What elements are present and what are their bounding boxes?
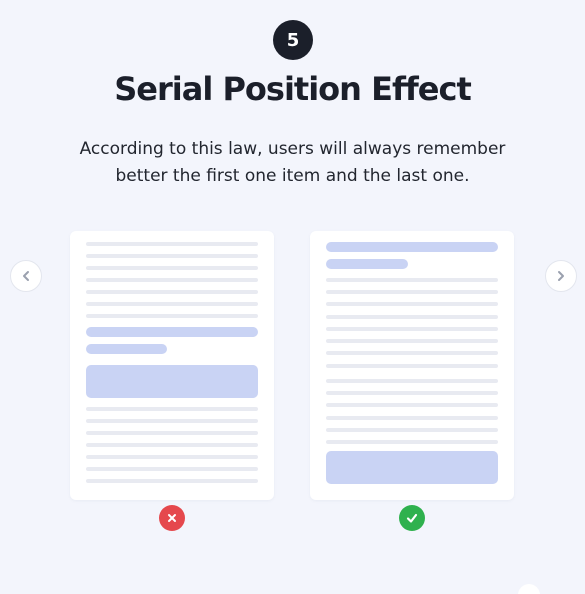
text-line-placeholder [326,416,498,420]
chevron-right-icon [558,271,564,281]
text-line-placeholder [86,278,258,282]
highlight-line [86,327,258,337]
text-line-placeholder [326,351,498,355]
next-slide-button[interactable] [545,260,577,292]
highlight-line [86,344,167,354]
text-line-placeholder [326,290,498,294]
page-title: Serial Position Effect [114,70,472,108]
text-line-placeholder [326,440,498,444]
correct-status-badge [399,505,425,531]
text-line-placeholder [326,278,498,282]
text-line-placeholder [86,302,258,306]
step-number: 5 [286,29,300,51]
text-line-placeholder [326,315,498,319]
text-line-placeholder [86,443,258,447]
text-line-placeholder [86,419,258,423]
text-line-placeholder [86,242,258,246]
text-line-placeholder [86,407,258,411]
text-line-placeholder [86,479,258,483]
bad-example-card [70,231,274,500]
pagination-dot[interactable] [518,584,540,594]
highlight-line [326,242,498,252]
text-line-placeholder [326,403,498,407]
check-icon [406,513,418,523]
text-line-placeholder [86,431,258,435]
description-line-1: According to this law, users will always… [79,139,506,159]
highlight-block [326,451,498,484]
description-line-2: better the first one item and the last o… [115,166,470,186]
text-line-placeholder [86,467,258,471]
text-line-placeholder [86,455,258,459]
text-line-placeholder [326,302,498,306]
text-line-placeholder [86,254,258,258]
good-example-card [310,231,514,500]
text-line-placeholder [326,379,498,383]
text-line-placeholder [326,391,498,395]
text-line-placeholder [86,314,258,318]
highlight-block [86,365,258,398]
text-line-placeholder [86,290,258,294]
text-line-placeholder [326,327,498,331]
highlight-line [326,259,408,269]
description: According to this law, users will always… [40,136,545,190]
incorrect-status-badge [159,505,185,531]
text-line-placeholder [326,364,498,368]
text-line-placeholder [326,339,498,343]
step-number-badge: 5 [273,20,313,60]
text-line-placeholder [326,428,498,432]
chevron-left-icon [23,271,29,281]
previous-slide-button[interactable] [10,260,42,292]
text-line-placeholder [86,266,258,270]
x-icon [168,514,176,522]
